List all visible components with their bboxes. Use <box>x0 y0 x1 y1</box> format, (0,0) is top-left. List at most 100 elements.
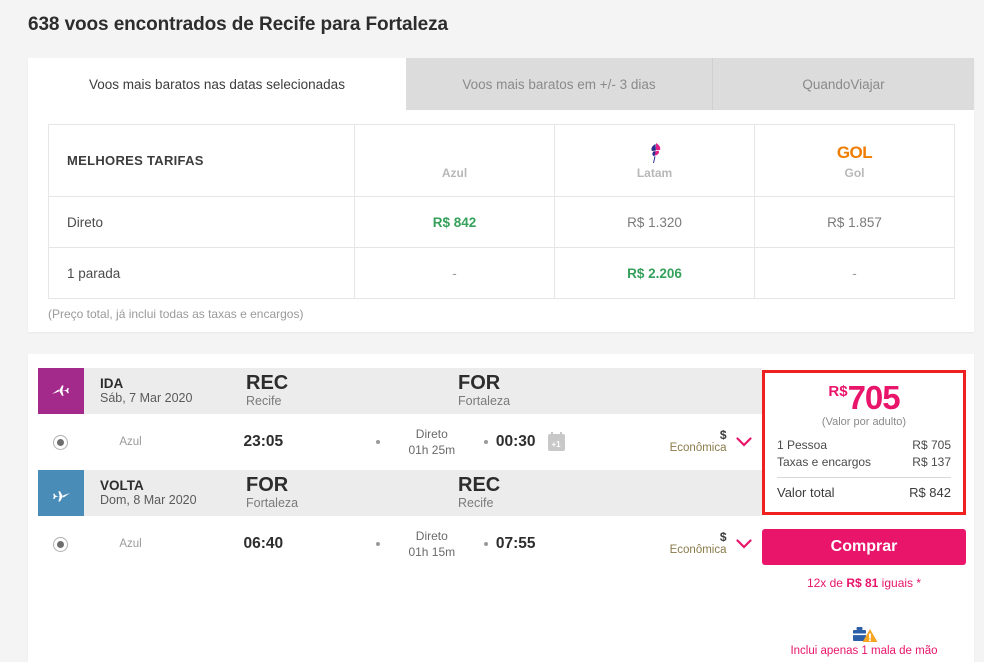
outbound-arrive-block: 00:30 +1 <box>495 431 620 451</box>
next-day-calendar-icon: +1 <box>547 431 565 451</box>
price-summary-box: R$705 (Valor por adulto) 1 Pessoa R$ 705… <box>762 370 966 516</box>
gol-logo: GOL <box>756 142 953 164</box>
return-leg-info: VOLTA Dom, 8 Mar 2020 <box>84 470 246 516</box>
tab-cheapest-selected-dates[interactable]: Voos mais baratos nas datas selecionadas <box>28 58 406 110</box>
fare-direto-gol[interactable]: R$ 1.857 <box>754 196 955 248</box>
fare-dollar-icon: $ <box>719 529 727 544</box>
return-destination-code: REC <box>458 474 501 496</box>
return-plane-icon <box>38 470 84 516</box>
outbound-flight-row[interactable]: Azul 23:05 Direto 01h 25m 00:30 +1 $ Eco… <box>38 414 762 470</box>
airline-name-azul: Azul <box>441 165 468 180</box>
outbound-fare-class: $ Econômica <box>620 427 727 456</box>
outbound-select-radio-cell[interactable] <box>38 434 83 450</box>
best-fares-card: MELHORES TARIFAS Azul Latam GOL Gol Dire… <box>28 110 974 332</box>
price-total-label: Valor total <box>777 484 835 500</box>
airline-name-gol: Gol <box>844 165 865 180</box>
outbound-origin: REC Recife <box>246 368 458 414</box>
installments-prefix: 12x de <box>806 576 847 591</box>
baggage-icon-group <box>762 624 966 644</box>
outbound-expand-button[interactable] <box>727 437 762 447</box>
results-tabs: Voos mais baratos nas datas selecionadas… <box>28 58 974 110</box>
return-arrive-time: 07:55 <box>495 535 536 552</box>
price-line-taxes-label: Taxas e encargos <box>777 455 872 470</box>
baggage-info: Inclui apenas 1 mala de mão <box>762 624 966 657</box>
airline-column-gol: GOL Gol <box>754 124 955 197</box>
price-line-passengers-label: 1 Pessoa <box>777 438 828 452</box>
return-depart-time: 06:40 <box>243 535 284 552</box>
fare-1parada-azul: - <box>354 247 555 299</box>
route-dot-right-icon <box>483 440 488 444</box>
gol-wordmark: GOL <box>836 142 873 162</box>
return-origin-code: FOR <box>246 474 289 496</box>
return-duration-block: Direto 01h 15m <box>368 528 496 560</box>
outbound-direction: IDA <box>100 375 124 391</box>
row-label-1-parada: 1 parada <box>48 247 355 299</box>
carry-on-bag-icon <box>853 627 878 643</box>
leg-header-outbound: IDA Sáb, 7 Mar 2020 REC Recife FOR Forta… <box>38 368 762 414</box>
table-row: 1 parada - R$ 2.206 - <box>48 247 955 299</box>
airline-column-latam: Latam <box>554 124 755 197</box>
return-stops: Direto <box>415 528 448 543</box>
airline-name-latam: Latam <box>636 165 673 180</box>
installments-amount: R$ 81 <box>846 576 879 591</box>
fare-1parada-latam[interactable]: R$ 2.206 <box>554 247 755 299</box>
tab-quandoviajar[interactable]: QuandoViajar <box>713 58 974 110</box>
return-origin-city: Fortaleza <box>246 496 299 510</box>
return-carrier: Azul <box>119 538 142 550</box>
price-line-passengers-value: R$ 705 <box>912 438 951 452</box>
return-fare-class-name: Econômica <box>669 543 727 556</box>
best-fares-table: MELHORES TARIFAS Azul Latam GOL Gol Dire… <box>48 124 955 299</box>
price-amount: 705 <box>847 379 901 416</box>
azul-logo <box>356 142 553 164</box>
table-row: Direto R$ 842 R$ 1.320 R$ 1.857 <box>48 196 955 248</box>
page-title: 638 voos encontrados de Recife para Fort… <box>28 14 448 35</box>
latam-logo <box>556 142 753 164</box>
leg-header-return: VOLTA Dom, 8 Mar 2020 FOR Fortaleza REC … <box>38 470 762 516</box>
price-line-taxes: Taxas e encargos R$ 137 <box>777 454 951 471</box>
buy-button[interactable]: Comprar <box>762 529 966 566</box>
price-total-value: R$ 842 <box>909 484 951 500</box>
installments-suffix: iguais * <box>878 576 922 591</box>
flight-result-card: IDA Sáb, 7 Mar 2020 REC Recife FOR Forta… <box>28 354 974 662</box>
route-dot-left-icon <box>375 440 380 444</box>
price-headline: R$705 <box>777 381 951 414</box>
chevron-down-icon <box>736 539 752 549</box>
outbound-origin-city: Recife <box>246 394 282 408</box>
fare-direto-latam[interactable]: R$ 1.320 <box>554 196 755 248</box>
outbound-duration: 01h 25m <box>408 443 456 457</box>
route-dot-left-icon <box>375 542 380 546</box>
return-flight-row[interactable]: Azul 06:40 Direto 01h 15m 07:55 $ Econôm… <box>38 516 762 572</box>
fare-dollar-icon: $ <box>719 427 727 442</box>
price-breakdown: 1 Pessoa R$ 705 Taxas e encargos R$ 137 <box>777 437 951 472</box>
outbound-select-radio[interactable] <box>53 434 69 450</box>
installments-text: 12x de R$ 81 iguais * <box>762 576 966 590</box>
price-total-row: Valor total R$ 842 <box>777 476 951 503</box>
outbound-depart-time: 23:05 <box>243 433 284 450</box>
route-dot-right-icon <box>483 542 488 546</box>
price-line-passengers: 1 Pessoa R$ 705 <box>777 437 951 454</box>
outbound-carrier: Azul <box>119 436 142 448</box>
price-line-taxes-value: R$ 137 <box>912 455 951 470</box>
fare-1parada-gol: - <box>754 247 955 299</box>
outbound-date: Sáb, 7 Mar 2020 <box>100 391 193 406</box>
return-origin: FOR Fortaleza <box>246 470 458 516</box>
price-currency: R$ <box>828 383 848 400</box>
return-select-radio[interactable] <box>53 536 69 552</box>
outbound-leg-info: IDA Sáb, 7 Mar 2020 <box>84 368 246 414</box>
return-select-radio-cell[interactable] <box>38 536 83 552</box>
outbound-destination-city: Fortaleza <box>458 394 511 408</box>
price-per-adult-note: (Valor por adulto) <box>821 416 907 428</box>
outbound-stops: Direto <box>415 426 448 441</box>
outbound-destination: FOR Fortaleza <box>458 368 510 414</box>
tab-cheapest-plus-minus-3-days[interactable]: Voos mais baratos em +/- 3 dias <box>406 58 713 110</box>
outbound-arrive-time: 00:30 <box>495 433 536 450</box>
best-fares-title: MELHORES TARIFAS <box>48 124 355 197</box>
return-expand-button[interactable] <box>727 539 762 549</box>
return-destination: REC Recife <box>458 470 500 516</box>
fare-direto-azul[interactable]: R$ 842 <box>354 196 555 248</box>
return-fare-class: $ Econômica <box>620 529 727 558</box>
table-header-row: MELHORES TARIFAS Azul Latam GOL Gol <box>48 124 955 197</box>
airline-column-azul: Azul <box>354 124 555 197</box>
return-date: Dom, 8 Mar 2020 <box>100 493 197 508</box>
flight-results-page: 638 voos encontrados de Recife para Fort… <box>0 0 984 662</box>
